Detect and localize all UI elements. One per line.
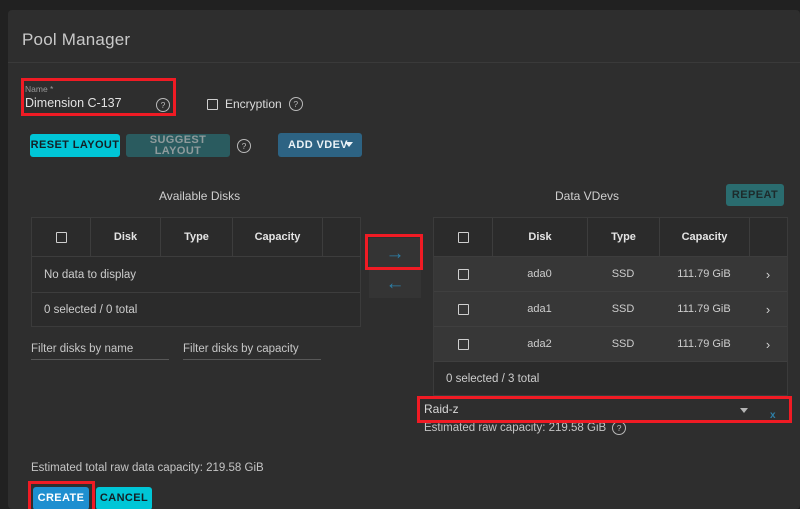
row-checkbox[interactable] bbox=[458, 339, 469, 350]
cancel-button[interactable]: CANCEL bbox=[96, 487, 152, 509]
cell-disk: ada2 bbox=[492, 327, 587, 361]
filter-disks-by-name-input[interactable] bbox=[31, 343, 169, 360]
cell-type: SSD bbox=[587, 257, 659, 291]
page-title: Pool Manager bbox=[22, 30, 130, 50]
table-header-row: Disk Type Capacity bbox=[434, 218, 787, 257]
data-vdevs-table: Disk Type Capacity ada0 SSD 111.79 GiB ›… bbox=[433, 217, 788, 396]
vdevs-count-row: 0 selected / 3 total bbox=[434, 362, 787, 395]
estimated-raw-capacity: Estimated raw capacity: 219.58 GiB ? bbox=[424, 421, 626, 435]
column-header-actions bbox=[322, 218, 360, 256]
help-icon[interactable]: ? bbox=[289, 97, 303, 111]
select-all-header[interactable] bbox=[434, 218, 492, 256]
encryption-label: Encryption bbox=[225, 97, 282, 111]
cell-disk: ada0 bbox=[492, 257, 587, 291]
column-header-type[interactable]: Type bbox=[587, 218, 659, 256]
available-disks-table: Disk Type Capacity No data to display 0 … bbox=[31, 217, 361, 327]
pool-manager-card: Pool Manager Name * ? Encryption ? RESET… bbox=[8, 10, 800, 509]
pool-manager-screen: Pool Manager Name * ? Encryption ? RESET… bbox=[0, 0, 800, 509]
filter-disks-by-capacity-input[interactable] bbox=[183, 343, 321, 360]
chevron-down-icon bbox=[740, 408, 748, 413]
select-all-checkbox[interactable] bbox=[458, 232, 469, 243]
pool-name-group: Name * ? bbox=[25, 84, 167, 114]
cell-capacity: 111.79 GiB bbox=[659, 292, 749, 326]
move-right-button[interactable]: → bbox=[369, 238, 421, 268]
add-vdev-label: ADD VDEV bbox=[288, 140, 348, 151]
estimated-raw-capacity-text: Estimated raw capacity: 219.58 GiB bbox=[424, 422, 606, 434]
cell-type: SSD bbox=[587, 327, 659, 361]
raidz-select[interactable]: Raid-z bbox=[424, 402, 754, 416]
column-header-capacity[interactable]: Capacity bbox=[659, 218, 749, 256]
cell-disk: ada1 bbox=[492, 292, 587, 326]
row-checkbox[interactable] bbox=[458, 269, 469, 280]
cell-type: SSD bbox=[587, 292, 659, 326]
chevron-right-icon[interactable]: › bbox=[749, 327, 787, 361]
help-icon[interactable]: ? bbox=[612, 421, 626, 435]
encryption-checkbox[interactable] bbox=[207, 99, 218, 110]
reset-layout-button[interactable]: RESET LAYOUT bbox=[30, 134, 120, 157]
help-icon[interactable]: ? bbox=[237, 139, 251, 153]
column-header-disk[interactable]: Disk bbox=[90, 218, 160, 256]
header-divider bbox=[8, 62, 800, 63]
create-button[interactable]: CREATE bbox=[33, 487, 89, 509]
row-select-cell[interactable] bbox=[434, 327, 492, 361]
table-row[interactable]: ada2 SSD 111.79 GiB › bbox=[434, 327, 787, 362]
chevron-right-icon[interactable]: › bbox=[749, 292, 787, 326]
chevron-down-icon bbox=[345, 142, 353, 147]
cell-capacity: 111.79 GiB bbox=[659, 327, 749, 361]
column-header-type[interactable]: Type bbox=[160, 218, 232, 256]
raidz-selected-value: Raid-z bbox=[424, 402, 459, 416]
table-row[interactable]: ada0 SSD 111.79 GiB › bbox=[434, 257, 787, 292]
empty-state-row: No data to display bbox=[32, 257, 360, 293]
chevron-right-icon[interactable]: › bbox=[749, 257, 787, 291]
available-disks-title: Available Disks bbox=[159, 189, 240, 203]
select-all-checkbox[interactable] bbox=[56, 232, 67, 243]
encryption-group[interactable]: Encryption ? bbox=[207, 97, 303, 111]
arrow-left-icon: ← bbox=[386, 274, 405, 293]
help-icon[interactable]: ? bbox=[156, 98, 170, 112]
data-vdevs-title: Data VDevs bbox=[555, 189, 619, 203]
pool-name-input[interactable] bbox=[25, 96, 145, 114]
row-select-cell[interactable] bbox=[434, 257, 492, 291]
row-checkbox[interactable] bbox=[458, 304, 469, 315]
add-vdev-button[interactable]: ADD VDEV bbox=[278, 133, 362, 157]
move-left-button[interactable]: ← bbox=[369, 268, 421, 298]
arrow-right-icon: → bbox=[386, 244, 405, 263]
remove-vdev-button[interactable]: x bbox=[770, 410, 776, 421]
row-select-cell[interactable] bbox=[434, 292, 492, 326]
available-count-row: 0 selected / 0 total bbox=[32, 293, 360, 326]
table-row[interactable]: ada1 SSD 111.79 GiB › bbox=[434, 292, 787, 327]
column-header-actions bbox=[749, 218, 787, 256]
cell-capacity: 111.79 GiB bbox=[659, 257, 749, 291]
column-header-disk[interactable]: Disk bbox=[492, 218, 587, 256]
pool-name-label: Name * bbox=[25, 84, 167, 94]
table-header-row: Disk Type Capacity bbox=[32, 218, 360, 257]
estimated-total-capacity: Estimated total raw data capacity: 219.5… bbox=[31, 462, 264, 474]
select-all-header[interactable] bbox=[32, 218, 90, 256]
suggest-layout-button[interactable]: SUGGEST LAYOUT bbox=[126, 134, 230, 157]
repeat-button[interactable]: REPEAT bbox=[726, 184, 784, 206]
column-header-capacity[interactable]: Capacity bbox=[232, 218, 322, 256]
